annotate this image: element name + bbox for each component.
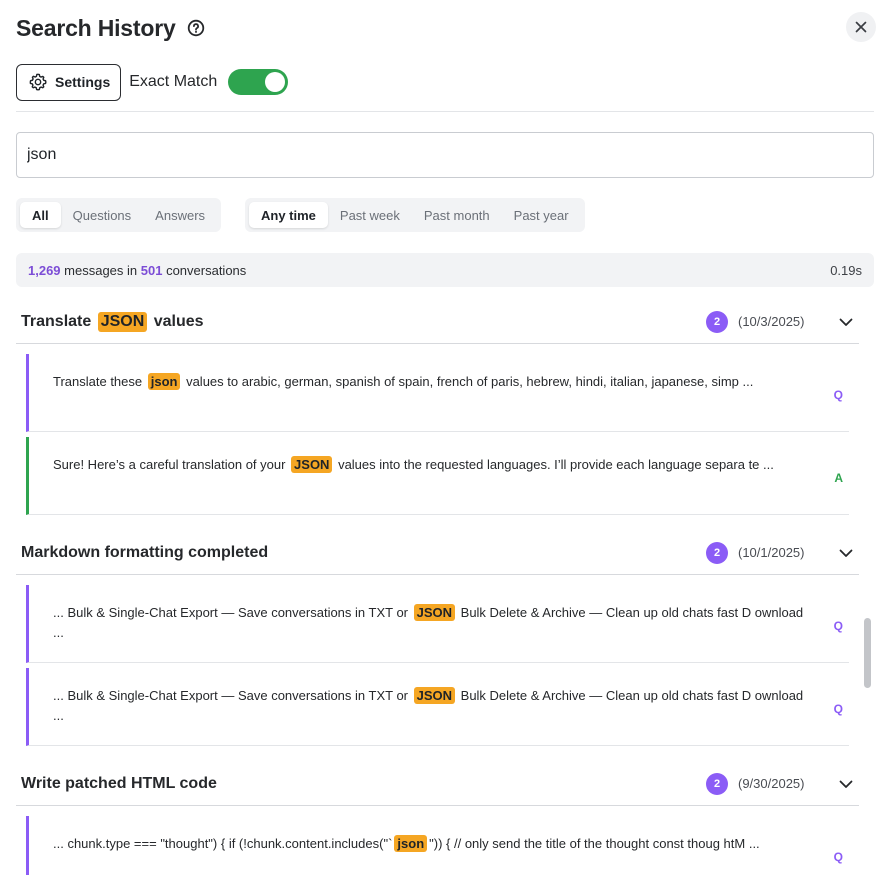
chevron-down-icon[interactable] xyxy=(838,776,854,792)
match-count-badge: 2 xyxy=(706,310,728,333)
match-highlight: JSON xyxy=(97,311,148,332)
search-duration: 0.19s xyxy=(830,262,862,278)
exact-match-toggle[interactable] xyxy=(228,69,289,95)
search-input[interactable] xyxy=(16,132,874,178)
title-text: Translate xyxy=(21,312,96,330)
match-count-badge: 2 xyxy=(706,772,728,795)
filter-all[interactable]: All xyxy=(20,202,61,228)
chevron-down-icon[interactable] xyxy=(838,545,854,561)
page-title: Search History xyxy=(16,14,176,41)
settings-button[interactable]: Settings xyxy=(16,63,122,101)
gear-icon xyxy=(28,72,48,92)
conversation-meta: 2 (9/30/2025) xyxy=(706,772,854,795)
conversation-date: (9/30/2025) xyxy=(738,776,805,791)
role-badge: Q xyxy=(833,619,843,633)
conversation-title: Markdown formatting completed xyxy=(21,543,269,561)
message-result[interactable]: ... Bulk & Single-Chat Export — Save con… xyxy=(26,585,849,663)
settings-label: Settings xyxy=(55,74,111,90)
message-snippet: Sure! Here’s a careful translation of yo… xyxy=(53,455,809,475)
message-count: 1,269 xyxy=(28,262,61,278)
snippet-text: ... Bulk & Single-Chat Export — Save con… xyxy=(53,688,412,703)
snippet-text: ... chunk.type === "thought") { if (!chu… xyxy=(53,836,393,851)
results-scrollbar[interactable] xyxy=(862,310,872,875)
filter-past-year[interactable]: Past year xyxy=(502,202,581,228)
conversation-count: 501 xyxy=(140,262,163,278)
message-snippet: ... Bulk & Single-Chat Export — Save con… xyxy=(53,686,809,726)
results-stats: 1,269 messages in 501 conversations 0.19… xyxy=(16,253,874,287)
message-result[interactable]: Sure! Here’s a careful translation of yo… xyxy=(26,437,849,515)
filter-any-time[interactable]: Any time xyxy=(249,202,328,228)
message-snippet: ... Bulk & Single-Chat Export — Save con… xyxy=(53,603,809,643)
role-badge: A xyxy=(834,471,843,485)
match-highlight: json xyxy=(147,373,181,390)
time-filter: Any time Past week Past month Past year xyxy=(245,198,585,232)
filter-answers[interactable]: Answers xyxy=(143,202,217,228)
scrollbar-thumb[interactable] xyxy=(864,618,871,688)
message-snippet: Translate these json values to arabic, g… xyxy=(53,372,809,392)
type-filter: All Questions Answers xyxy=(16,198,222,232)
question-circle-icon[interactable] xyxy=(187,19,205,37)
message-result[interactable]: ... chunk.type === "thought") { if (!chu… xyxy=(26,816,849,875)
close-button[interactable] xyxy=(846,12,876,42)
header: Search History xyxy=(16,12,876,44)
divider xyxy=(16,111,874,112)
filter-questions[interactable]: Questions xyxy=(61,202,144,228)
results-list: Translate JSON values 2 (10/3/2025) Tran… xyxy=(16,300,859,875)
conversations-text: conversations xyxy=(162,262,247,278)
message-result[interactable]: Translate these json values to arabic, g… xyxy=(26,354,849,432)
title-text: values xyxy=(149,312,204,330)
conversation-header[interactable]: Write patched HTML code 2 (9/30/2025) xyxy=(16,762,859,806)
conversation-header[interactable]: Translate JSON values 2 (10/3/2025) xyxy=(16,300,859,344)
match-highlight: JSON xyxy=(413,604,456,621)
conversation-title: Write patched HTML code xyxy=(21,774,217,792)
snippet-text: Sure! Here’s a careful translation of yo… xyxy=(53,457,290,472)
toolbar: Settings Exact Match xyxy=(16,63,289,101)
conversation-meta: 2 (10/1/2025) xyxy=(706,541,854,564)
snippet-text: Translate these xyxy=(53,374,146,389)
exact-match-label: Exact Match xyxy=(129,73,218,90)
match-count-badge: 2 xyxy=(706,541,728,564)
snippet-text: ... Bulk & Single-Chat Export — Save con… xyxy=(53,605,412,620)
toggle-knob xyxy=(265,72,286,92)
snippet-text: ")) { // only send the title of the thou… xyxy=(429,836,760,851)
messages-text: messages in xyxy=(60,262,141,278)
close-icon xyxy=(854,20,868,34)
match-highlight: JSON xyxy=(413,687,456,704)
chevron-down-icon[interactable] xyxy=(838,314,854,330)
conversation-title: Translate JSON values xyxy=(21,311,204,332)
message-snippet: ... chunk.type === "thought") { if (!chu… xyxy=(53,834,809,854)
match-highlight: JSON xyxy=(291,456,333,473)
filter-past-week[interactable]: Past week xyxy=(328,202,412,228)
role-badge: Q xyxy=(833,388,843,402)
snippet-text: values into the requested languages. I’l… xyxy=(334,457,774,472)
snippet-text: values to arabic, german, spanish of spa… xyxy=(182,374,754,389)
filter-past-month[interactable]: Past month xyxy=(412,202,502,228)
conversation-date: (10/1/2025) xyxy=(738,545,805,560)
conversation-meta: 2 (10/3/2025) xyxy=(706,310,854,333)
role-badge: Q xyxy=(833,702,843,716)
message-result[interactable]: ... Bulk & Single-Chat Export — Save con… xyxy=(26,668,849,746)
role-badge: Q xyxy=(833,850,843,864)
conversation-date: (10/3/2025) xyxy=(738,314,805,329)
match-highlight: json xyxy=(394,835,428,852)
conversation-header[interactable]: Markdown formatting completed 2 (10/1/20… xyxy=(16,531,859,575)
